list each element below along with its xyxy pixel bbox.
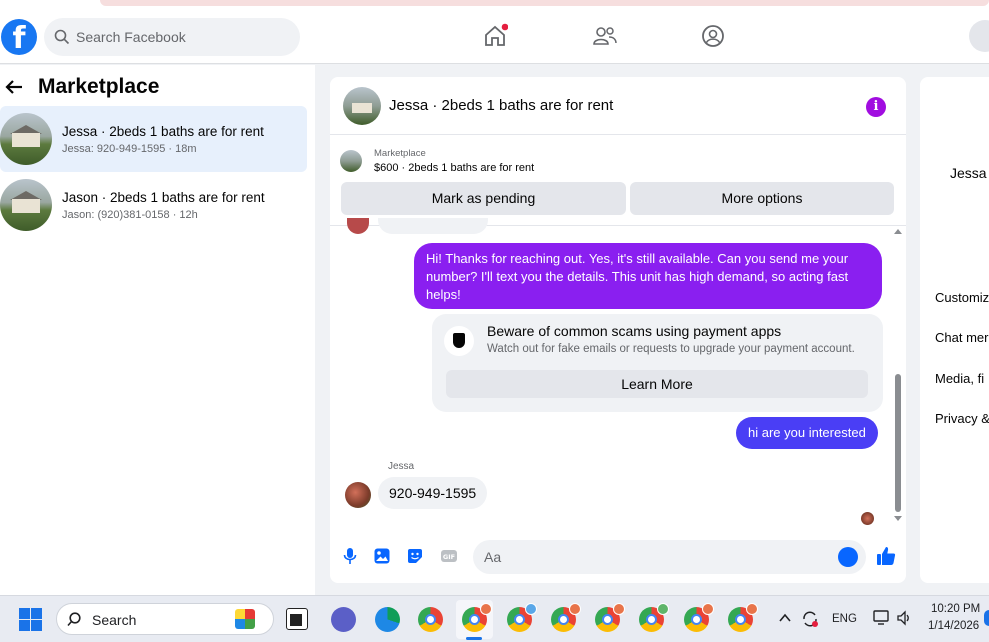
search-facebook-input[interactable]: Search Facebook: [44, 18, 300, 56]
previous-message-bubble: [378, 218, 488, 234]
scrollbar-thumb[interactable]: [895, 374, 901, 512]
incoming-message[interactable]: 920-949-1595: [378, 477, 488, 509]
chrome-profile-icon[interactable]: [684, 603, 714, 632]
profile-icon[interactable]: [700, 23, 726, 49]
chrome-profile-icon[interactable]: [462, 603, 492, 632]
learn-more-button[interactable]: Learn More: [446, 370, 868, 398]
browser-top-strip: [0, 0, 989, 8]
windows-start-icon[interactable]: [19, 608, 42, 631]
chat-members-item[interactable]: Chat mer: [935, 330, 988, 345]
language-indicator[interactable]: ENG: [832, 613, 857, 625]
chat-scrollbar[interactable]: [893, 227, 903, 523]
sidebar-title: Marketplace: [38, 75, 160, 98]
conversation-item[interactable]: Jessa · 2beds 1 baths are for rent Jessa…: [0, 106, 307, 172]
marketplace-listing-banner[interactable]: Marketplace $600 · 2beds 1 baths are for…: [340, 143, 896, 179]
warning-title: Beware of common scams using payment app…: [487, 323, 782, 339]
search-icon: [54, 29, 70, 45]
message-input[interactable]: Aa: [473, 540, 866, 574]
active-app-indicator: [466, 637, 482, 640]
scroll-up-arrow-icon[interactable]: [894, 229, 902, 234]
customize-chat-item[interactable]: Customiz: [935, 290, 989, 305]
mark-as-pending-button[interactable]: Mark as pending: [341, 182, 626, 215]
chat-details-panel: Jessa Customiz Chat mer Media, fi Privac…: [920, 77, 989, 583]
home-icon[interactable]: [482, 23, 508, 49]
outgoing-message[interactable]: Hi! Thanks for reaching out. Yes, it's s…: [414, 243, 882, 309]
listing-thumbnail: [0, 179, 52, 231]
account-menu-button[interactable]: [969, 20, 989, 52]
conversation-name: Jason · 2beds 1 baths are for rent: [62, 189, 265, 205]
conversation-preview: Jessa: 920-949-1595 · 18m: [62, 142, 197, 155]
search-placeholder: Search Facebook: [76, 29, 186, 45]
facebook-logo[interactable]: f: [1, 19, 37, 55]
clock-time[interactable]: 10:20 PM: [931, 603, 980, 615]
media-files-item[interactable]: Media, fi: [935, 371, 984, 386]
outgoing-message[interactable]: hi are you interested: [736, 417, 878, 449]
back-arrow-icon[interactable]: [4, 77, 24, 97]
sync-icon[interactable]: [801, 610, 819, 628]
chrome-profile-icon[interactable]: [595, 603, 625, 632]
network-icon[interactable]: [873, 610, 891, 626]
chrome-profile-icon[interactable]: [551, 603, 581, 632]
chevron-up-icon[interactable]: [779, 613, 791, 623]
chat-header: Jessa · 2beds 1 baths are for rent i: [330, 77, 906, 135]
rubiks-cube-icon[interactable]: [235, 609, 255, 629]
clock-date[interactable]: 1/14/2026: [928, 620, 979, 632]
chrome-profile-icon[interactable]: [639, 603, 669, 632]
sender-name: Jessa: [388, 461, 415, 472]
microphone-icon[interactable]: [341, 547, 359, 565]
listing-summary: $600 · 2beds 1 baths are for rent: [374, 162, 535, 174]
conversation-item[interactable]: Jason · 2beds 1 baths are for rent Jason…: [0, 172, 307, 238]
notification-icon[interactable]: [984, 610, 989, 626]
volume-icon[interactable]: [896, 610, 912, 626]
scroll-down-arrow-icon[interactable]: [894, 516, 902, 521]
edge-browser-icon[interactable]: [375, 607, 400, 632]
teams-chat-icon[interactable]: [331, 607, 356, 632]
tab-strip: [100, 0, 989, 6]
facebook-header: f Search Facebook: [0, 8, 989, 64]
seen-indicator-avatar: [861, 512, 874, 525]
contact-name: Jessa: [950, 165, 987, 181]
listing-thumbnail: [0, 113, 52, 165]
chat-panel: Jessa · 2beds 1 baths are for rent i Mar…: [330, 77, 906, 583]
task-view-icon[interactable]: [286, 608, 308, 630]
more-options-button[interactable]: More options: [630, 182, 894, 215]
taskbar-search-placeholder: Search: [92, 612, 137, 628]
marketplace-label: Marketplace: [374, 148, 426, 159]
taskbar-search-input[interactable]: Search: [56, 603, 274, 635]
chat-title[interactable]: Jessa · 2beds 1 baths are for rent: [389, 97, 613, 114]
marketplace-sidebar: Marketplace Jessa · 2beds 1 baths are fo…: [0, 65, 315, 595]
privacy-support-item[interactable]: Privacy &: [935, 411, 989, 426]
conversation-name: Jessa · 2beds 1 baths are for rent: [62, 123, 264, 139]
shield-icon: [444, 326, 474, 356]
listing-avatar: [340, 150, 362, 172]
message-composer: GIF Aa: [330, 537, 906, 583]
chrome-icon[interactable]: [418, 607, 443, 632]
svg-text:GIF: GIF: [443, 553, 455, 561]
info-icon[interactable]: i: [866, 97, 886, 117]
photo-icon[interactable]: [373, 547, 391, 565]
gif-icon[interactable]: GIF: [440, 547, 458, 565]
chrome-profile-icon[interactable]: [728, 603, 758, 632]
sender-avatar[interactable]: [345, 482, 371, 508]
search-icon: [67, 612, 81, 627]
emoji-icon[interactable]: [838, 547, 858, 567]
chat-avatar[interactable]: [343, 86, 381, 125]
scam-warning-card: Beware of common scams using payment app…: [432, 314, 883, 412]
warning-body: Watch out for fake emails or requests to…: [487, 343, 855, 355]
chrome-profile-icon[interactable]: [507, 603, 537, 632]
message-input-placeholder: Aa: [484, 549, 502, 565]
sidebar-header: Marketplace: [4, 75, 159, 99]
friends-icon[interactable]: [592, 23, 618, 49]
conversation-preview: Jason: (920)381-0158 · 12h: [62, 208, 198, 221]
sticker-icon[interactable]: [406, 547, 424, 565]
thumbs-up-icon[interactable]: [875, 545, 897, 567]
windows-taskbar: Search ENG 10:20 PM 1/14/2026: [0, 595, 989, 642]
sender-avatar: [347, 218, 369, 234]
